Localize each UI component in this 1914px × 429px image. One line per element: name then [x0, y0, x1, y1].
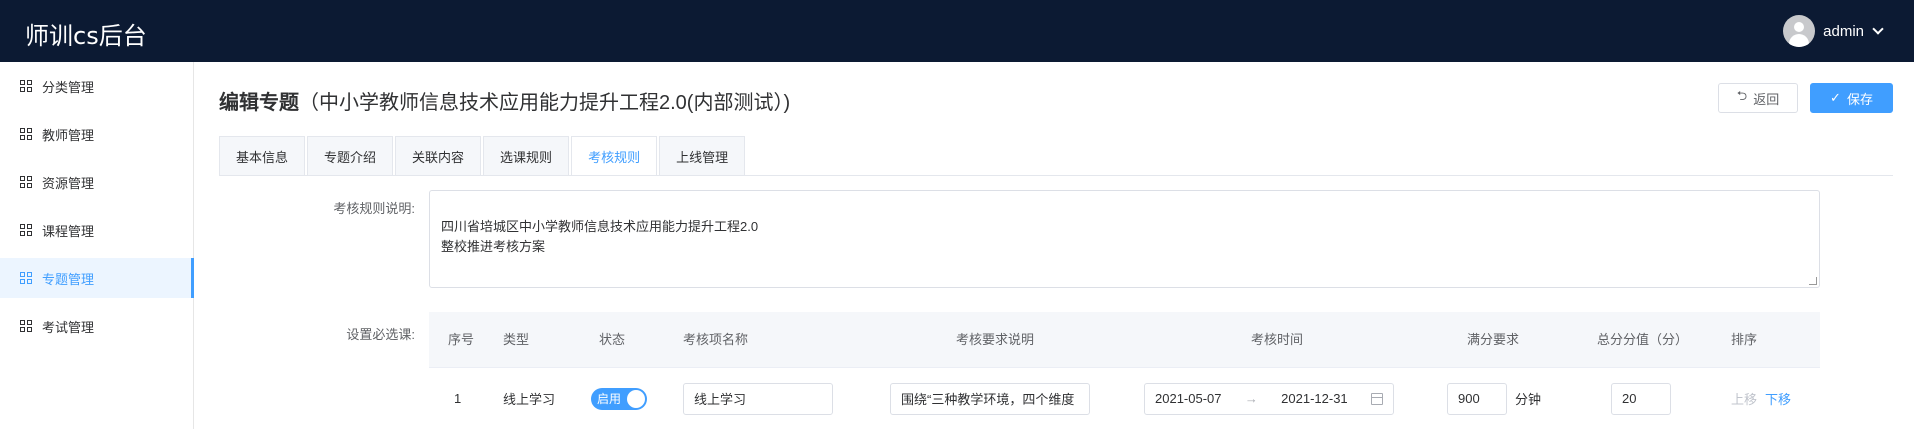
main-content: 编辑专题（中小学教师信息技术应用能力提升工程2.0(内部测试）) ⮌ 返回 ✓ … — [195, 62, 1914, 429]
calendar-icon — [1370, 392, 1383, 405]
status-toggle-label: 启用 — [597, 392, 622, 406]
tab-topic-intro[interactable]: 专题介绍 — [307, 136, 394, 176]
name-input[interactable]: 线上学习 — [683, 382, 833, 415]
return-icon: ⮌ — [1736, 88, 1748, 103]
th-time: 考核时间 — [1251, 332, 1304, 347]
sidebar-item-exam[interactable]: 考试管理 — [0, 306, 194, 346]
grid-icon — [20, 176, 32, 188]
full-score-input[interactable]: 900 — [1447, 382, 1507, 415]
toggle-knob — [627, 389, 645, 408]
grid-icon — [20, 224, 32, 236]
check-icon: ✓ — [1830, 90, 1841, 105]
sidebar-item-label: 考试管理 — [42, 319, 95, 335]
sidebar-item-label: 资源管理 — [42, 175, 95, 191]
cell-time: 2021-05-07 → 2021-12-31 — [1144, 368, 1394, 429]
table-header: 序号 类型 状态 考核项名称 考核要求说明 考核时间 满分要求 总分分值（分） … — [429, 312, 1820, 368]
cell-sort: 上移 下移 — [1731, 368, 1791, 429]
grid-icon — [20, 128, 32, 140]
cell-type: 线上学习 — [503, 392, 556, 407]
resize-handle[interactable] — [1809, 277, 1817, 285]
th-type: 类型 — [503, 332, 530, 347]
th-index: 序号 — [448, 332, 475, 347]
th-sort: 排序 — [1731, 332, 1758, 347]
tab-publish[interactable]: 上线管理 — [659, 136, 746, 176]
cell-total-score: 20 — [1611, 368, 1671, 429]
app-title: 师训cs后台 — [25, 22, 147, 50]
sidebar-item-label: 专题管理 — [42, 271, 95, 287]
cell-requirement: 围绕“三种教学环境，四个维度 — [890, 368, 1090, 429]
assessment-description-textarea[interactable]: 四川省培城区中小学教师信息技术应用能力提升工程2.0 整校推进考核方案 — [429, 190, 1820, 288]
chevron-down-icon — [1872, 22, 1884, 35]
move-down-link[interactable]: 下移 — [1765, 389, 1791, 408]
desc-label: 考核规则说明: — [333, 201, 415, 216]
tab-basic-info[interactable]: 基本信息 — [219, 136, 306, 176]
range-arrow-icon: → — [1244, 391, 1258, 406]
tab-course-rules[interactable]: 选课规则 — [483, 136, 570, 176]
assessment-description-text: 四川省培城区中小学教师信息技术应用能力提升工程2.0 整校推进考核方案 — [441, 219, 759, 254]
sidebar-item-label: 课程管理 — [42, 223, 95, 239]
tab-related-content[interactable]: 关联内容 — [395, 136, 482, 176]
page-title-sub: （中小学教师信息技术应用能力提升工程2.0(内部测试）) — [299, 92, 791, 114]
tab-assessment-rules[interactable]: 考核规则 — [571, 136, 658, 176]
date-range-picker[interactable]: 2021-05-07 → 2021-12-31 — [1144, 382, 1394, 415]
status-toggle[interactable]: 启用 — [591, 387, 647, 410]
grid-icon — [20, 80, 32, 92]
username: admin — [1823, 22, 1864, 40]
th-full-score: 满分要求 — [1467, 332, 1520, 347]
cell-full-score: 900 分钟 — [1447, 368, 1541, 429]
unit-label: 分钟 — [1515, 392, 1542, 407]
save-button[interactable]: ✓ 保存 — [1810, 83, 1893, 113]
tabs-divider — [219, 175, 1893, 176]
th-name: 考核项名称 — [683, 332, 749, 347]
table-row: 1 线上学习 启用 线上学习 围绕“三种教学环境，四个维度 2021-05-07… — [429, 368, 1820, 429]
th-status: 状态 — [599, 332, 626, 347]
requirement-input[interactable]: 围绕“三种教学环境，四个维度 — [890, 382, 1090, 415]
user-menu[interactable]: admin — [1783, 14, 1884, 48]
th-requirement: 考核要求说明 — [956, 332, 1035, 347]
back-button[interactable]: ⮌ 返回 — [1718, 83, 1798, 113]
page-title: 编辑专题（中小学教师信息技术应用能力提升工程2.0(内部测试）) — [219, 86, 790, 115]
back-button-label: 返回 — [1753, 91, 1780, 107]
sidebar-item-resource[interactable]: 资源管理 — [0, 162, 194, 202]
grid-icon — [20, 272, 32, 284]
tab-bar: 基本信息 专题介绍 关联内容 选课规则 考核规则 上线管理 — [219, 136, 747, 176]
sidebar: 分类管理 教师管理 资源管理 课程管理 专题管理 考试管理 — [0, 62, 194, 429]
grid-icon — [20, 320, 32, 332]
sidebar-item-label: 教师管理 — [42, 127, 95, 143]
move-up-link[interactable]: 上移 — [1731, 389, 1757, 408]
sidebar-item-category[interactable]: 分类管理 — [0, 66, 194, 106]
cell-name: 线上学习 — [683, 368, 833, 429]
sidebar-item-teacher[interactable]: 教师管理 — [0, 114, 194, 154]
page-title-main: 编辑专题 — [219, 92, 299, 114]
sidebar-item-course[interactable]: 课程管理 — [0, 210, 194, 250]
cell-status: 启用 — [591, 368, 647, 429]
start-date: 2021-05-07 — [1155, 391, 1222, 406]
save-button-label: 保存 — [1846, 91, 1873, 107]
avatar-icon — [1783, 15, 1816, 47]
required-courses-label: 设置必选课: — [346, 327, 415, 342]
sidebar-item-topic[interactable]: 专题管理 — [0, 258, 194, 298]
th-total-score: 总分分值（分） — [1597, 332, 1689, 347]
sidebar-item-label: 分类管理 — [42, 79, 95, 95]
cell-index: 1 — [454, 391, 462, 406]
top-bar: 师训cs后台 admin — [0, 0, 1914, 62]
total-score-input[interactable]: 20 — [1611, 382, 1671, 415]
end-date: 2021-12-31 — [1281, 391, 1348, 406]
